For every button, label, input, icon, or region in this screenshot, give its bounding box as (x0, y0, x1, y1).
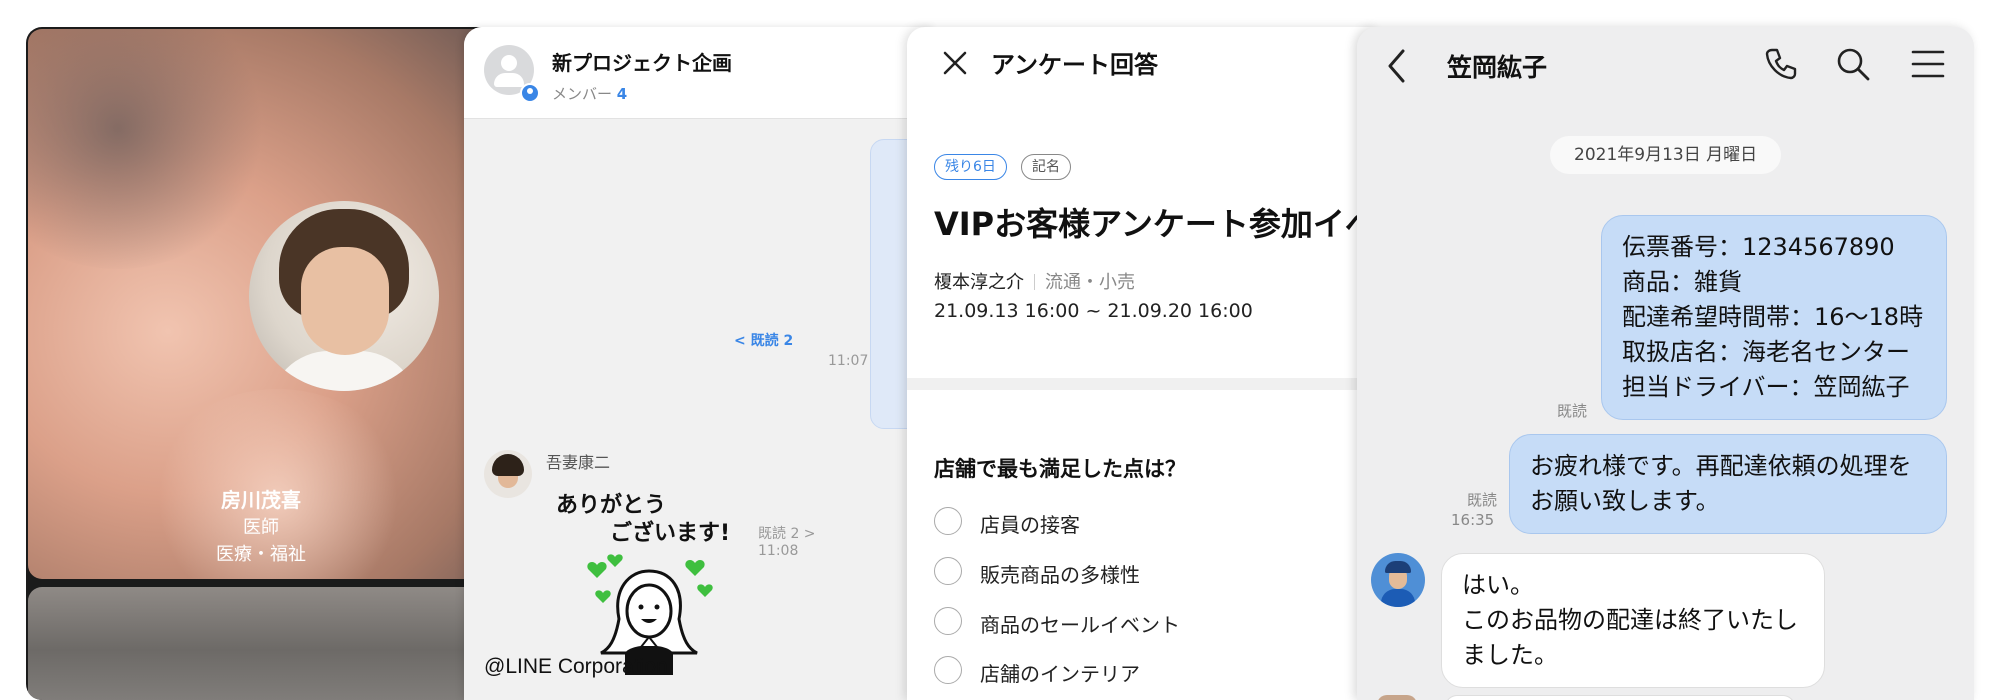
divider (1034, 274, 1035, 290)
radio-button[interactable] (934, 557, 962, 585)
profile-panel: 房川茂喜 医師 医療・福祉 (26, 27, 496, 700)
members-count: 4 (616, 85, 628, 103)
message-line: ました。 (1462, 641, 1558, 669)
message-line: 配達希望時間帯：16〜18時 (1622, 303, 1924, 331)
close-icon[interactable] (939, 47, 971, 79)
survey-title: アンケート回答 (991, 51, 1159, 79)
sent-message-bubble[interactable]: お疲れ様です。再配達依頼の処理を お願い致します。 (1509, 434, 1947, 534)
message-time: 11:07 (828, 353, 869, 369)
days-remaining-badge: 残り6日 (934, 154, 1007, 180)
back-chevron-icon[interactable] (1385, 47, 1409, 85)
option-label: 店員の接客 (980, 513, 1080, 537)
chat-header: 笠岡紘子 (1357, 27, 1974, 99)
survey-author-row: 榎本淳之介 流通・小売 (934, 268, 1135, 294)
survey-period: 21.09.13 16:00 ~ 21.09.20 16:00 (934, 300, 1253, 322)
radio-button[interactable] (934, 507, 962, 535)
survey-question: 店舗で最も満足した点は？ (934, 457, 1186, 481)
group-title[interactable]: 新プロジェクト企画 (552, 47, 732, 76)
profile-avatar (249, 201, 439, 391)
author-name: 榎本淳之介 (934, 272, 1024, 293)
sent-message-bubble[interactable]: 伝票番号：1234567890 商品：雑貨 配達希望時間帯：16〜18時 取扱店… (1601, 215, 1947, 420)
copyright-text: @LINE Corporation (484, 655, 668, 678)
read-status[interactable]: < 既読 2 (734, 330, 793, 350)
message-line: 取扱店名：海老名センター (1622, 338, 1910, 366)
profile-card[interactable]: 房川茂喜 医師 医療・福祉 (28, 29, 494, 579)
menu-icon[interactable] (1911, 48, 1945, 80)
date-separator: 2021年9月13日 月曜日 (1550, 136, 1782, 174)
event-title: VIPお客様アンケート参加イベ (934, 205, 1377, 243)
members-label: メンバー (552, 85, 613, 103)
message-time: 11:08 (758, 543, 799, 559)
message-line: お疲れ様です。再配達依頼の処理を (1530, 452, 1912, 480)
read-receipt: 既読 (1467, 491, 1498, 509)
radio-button[interactable] (934, 656, 962, 684)
message-line: 伝票番号：1234567890 (1622, 233, 1895, 261)
group-members-info[interactable]: メンバー 4 (552, 83, 627, 104)
option-label: 販売商品の多様性 (980, 563, 1140, 587)
message-line: 商品：雑貨 (1622, 268, 1742, 296)
message-time: 16:35 (1451, 511, 1495, 529)
contact-avatar[interactable] (1371, 553, 1425, 607)
contact-avatar[interactable] (1377, 695, 1417, 700)
message-line: このお品物の配達は終了いたし (1462, 606, 1798, 634)
sticker-text-2: ございます! (610, 521, 731, 546)
option-label: 店舗のインテリア (980, 662, 1140, 686)
message-line: お願い致します。 (1530, 487, 1720, 515)
chat-panel: 笠岡紘子 2021年9月13日 月曜日 伝票番号：1234567890 商品：雑… (1357, 27, 1974, 700)
radio-button[interactable] (934, 607, 962, 635)
named-badge: 記名 (1021, 154, 1071, 180)
profile-job: 医師 (243, 517, 279, 538)
message-line: はい。 (1462, 571, 1534, 599)
profile-department: 医療・福祉 (216, 544, 306, 565)
profile-name: 房川茂喜 (221, 488, 301, 512)
survey-panel: アンケート回答 残り6日 記名 VIPお客様アンケート参加イベ 榎本淳之介 流通・… (907, 27, 1377, 700)
read-receipt: 既読 (1557, 402, 1588, 420)
received-message-bubble[interactable] (1445, 695, 1795, 700)
section-divider (907, 378, 1377, 390)
group-chat-header: 新プロジェクト企画 メンバー 4 (464, 27, 934, 119)
option-label: 商品のセールイベント (980, 613, 1180, 637)
message-line: 担当ドライバー：笠岡紘子 (1622, 373, 1910, 401)
group-chat-panel: 新プロジェクト企画 メンバー 4 < 既読 2 11:07 吾妻康二 ありがとう… (464, 27, 934, 700)
profile-card-secondary[interactable] (28, 587, 494, 700)
read-status[interactable]: 既読 2 > (758, 523, 816, 543)
phone-icon[interactable] (1763, 46, 1799, 82)
sender-name: 吾妻康二 (546, 453, 611, 472)
author-category: 流通・小売 (1045, 272, 1135, 293)
contact-name[interactable]: 笠岡紘子 (1447, 48, 1547, 84)
received-message-bubble[interactable]: はい。 このお品物の配達は終了いたし ました。 (1441, 553, 1825, 688)
search-icon[interactable] (1835, 46, 1871, 82)
group-members-badge-icon (520, 83, 540, 103)
